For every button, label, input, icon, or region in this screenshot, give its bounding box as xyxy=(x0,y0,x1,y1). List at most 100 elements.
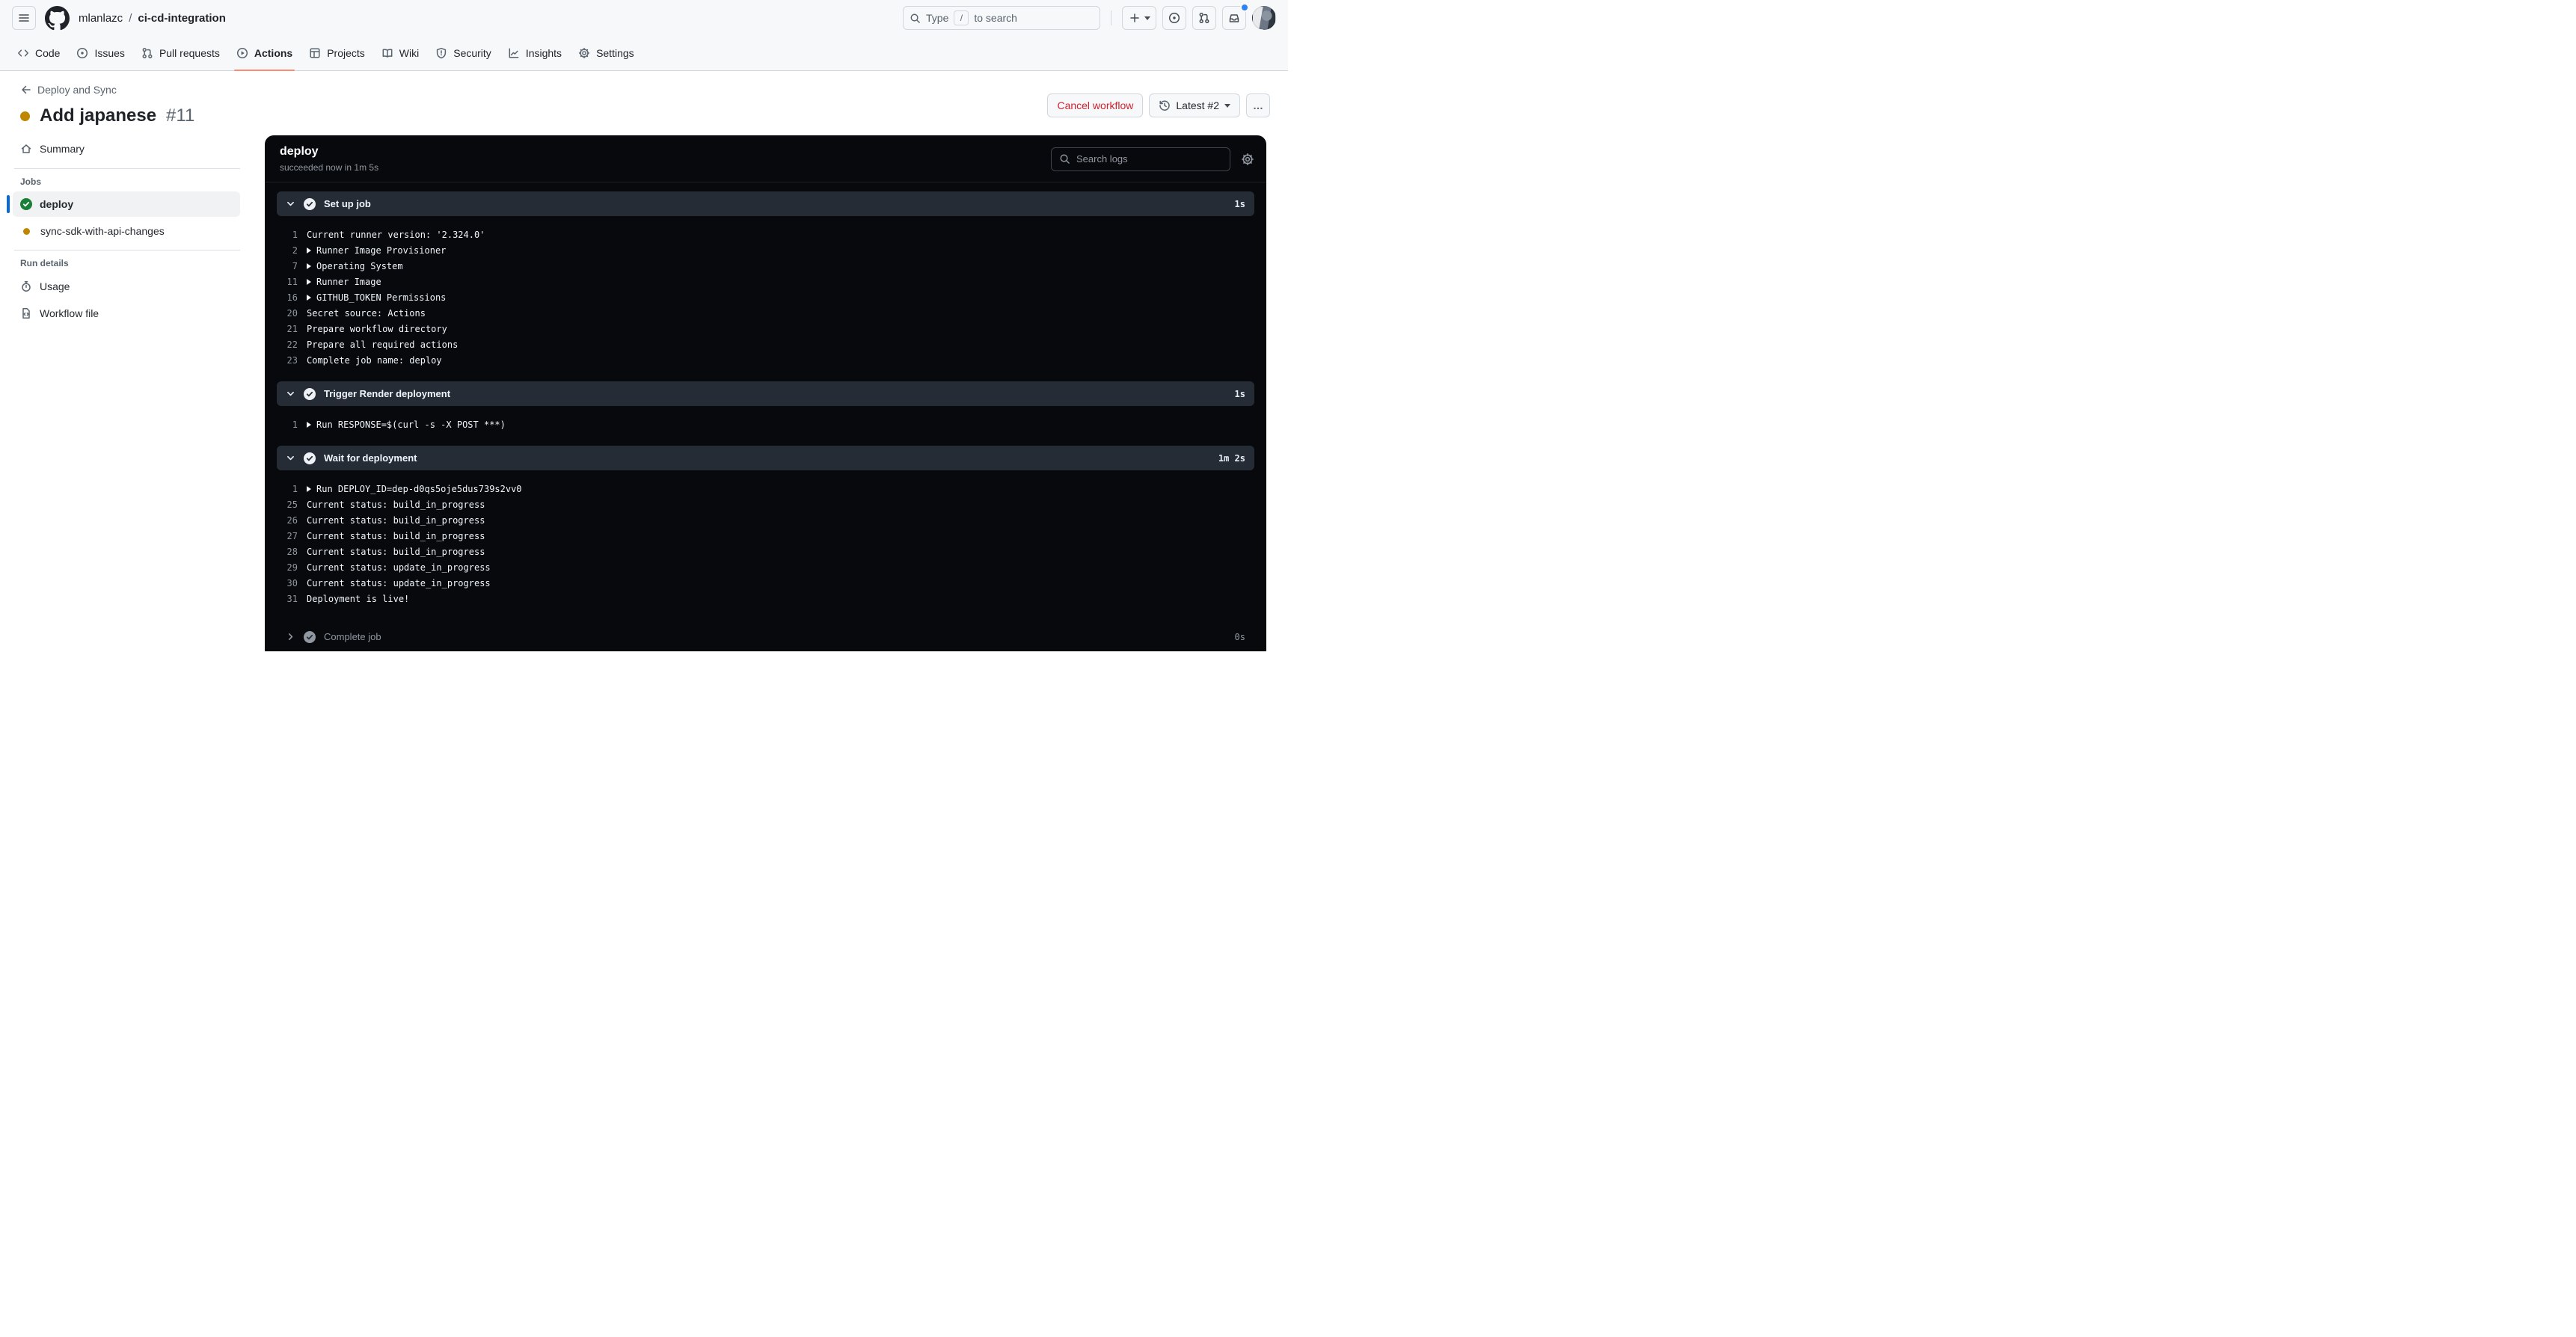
tab-actions[interactable]: Actions xyxy=(228,36,301,71)
log-line: 1 Run DEPLOY_ID=dep-d0qs5oje5dus739s2vv0 xyxy=(277,481,1254,497)
log-line-number[interactable]: 23 xyxy=(277,355,307,366)
log-line-number[interactable]: 1 xyxy=(277,484,307,494)
sidebar-divider xyxy=(14,250,240,251)
tab-security[interactable]: Security xyxy=(427,36,500,70)
breadcrumb: mlanlazc / ci-cd-integration xyxy=(79,12,226,25)
log-line-number[interactable]: 1 xyxy=(277,419,307,430)
tab-projects[interactable]: Projects xyxy=(301,36,373,70)
log-section-header-set-up-job[interactable]: Set up job 1s xyxy=(277,191,1254,216)
more-options-button[interactable]: … xyxy=(1246,93,1270,117)
log-line-number[interactable]: 16 xyxy=(277,292,307,303)
log-line: 2 Runner Image Provisioner xyxy=(277,242,1254,258)
tab-issues[interactable]: Issues xyxy=(68,36,132,70)
sidebar-job-deploy[interactable]: deploy xyxy=(7,191,240,217)
github-actions-run-page: mlanlazc / ci-cd-integration Type / to s… xyxy=(0,0,1288,668)
log-line-text[interactable]: Run RESPONSE=$(curl -s -X POST ***) xyxy=(307,419,506,430)
global-search-input[interactable]: Type / to search xyxy=(903,6,1100,30)
log-line-text: Current status: build_in_progress xyxy=(307,546,485,557)
log-line-number[interactable]: 29 xyxy=(277,562,307,573)
log-line-number[interactable]: 27 xyxy=(277,531,307,541)
log-line-text[interactable]: Run DEPLOY_ID=dep-d0qs5oje5dus739s2vv0 xyxy=(307,484,522,494)
hamburger-menu-button[interactable] xyxy=(12,6,36,30)
log-line: 22 Prepare all required actions xyxy=(277,336,1254,352)
log-line-number[interactable]: 1 xyxy=(277,230,307,240)
log-settings-gear-icon[interactable] xyxy=(1241,153,1254,166)
pull-requests-dashboard-button[interactable] xyxy=(1192,6,1216,30)
log-line: 23 Complete job name: deploy xyxy=(277,352,1254,368)
content-row: Summary Jobs deploy sync-sdk-with-api-cha… xyxy=(0,129,1288,651)
breadcrumb-owner[interactable]: mlanlazc xyxy=(79,12,123,25)
tab-code[interactable]: Code xyxy=(9,36,68,70)
caret-down-icon xyxy=(1144,16,1150,20)
play-circle-icon xyxy=(236,47,248,59)
chevron-down-icon xyxy=(286,389,295,399)
log-line-text: Current status: build_in_progress xyxy=(307,499,485,510)
tab-wiki[interactable]: Wiki xyxy=(373,36,427,70)
log-section-duration: 1m 2s xyxy=(1218,452,1245,464)
attempt-label: Latest #2 xyxy=(1176,99,1219,111)
log-line-number[interactable]: 31 xyxy=(277,594,307,604)
sidebar-item-usage[interactable]: Usage xyxy=(7,273,240,300)
log-line-text: Complete job name: deploy xyxy=(307,354,442,366)
log-line-text[interactable]: GITHUB_TOKEN Permissions xyxy=(307,292,446,303)
attempt-selector-button[interactable]: Latest #2 xyxy=(1149,93,1240,117)
log-section-header-complete-job[interactable]: Complete job 0s xyxy=(277,624,1254,649)
sidebar-summary-label: Summary xyxy=(40,143,85,155)
log-line-text[interactable]: Operating System xyxy=(307,261,403,271)
github-logo-icon[interactable] xyxy=(45,5,70,31)
log-line-number[interactable]: 2 xyxy=(277,245,307,256)
repo-nav: Code Issues Pull requests Actions Projects Wi… xyxy=(0,36,1288,71)
log-line-number[interactable]: 20 xyxy=(277,308,307,319)
tab-settings[interactable]: Settings xyxy=(570,36,643,70)
log-line: 29 Current status: update_in_progress xyxy=(277,559,1254,575)
log-section-header-wait-for-deployment[interactable]: Wait for deployment 1m 2s xyxy=(277,446,1254,470)
log-line: 20 Secret source: Actions xyxy=(277,305,1254,321)
log-section-header-trigger-render-deployment[interactable]: Trigger Render deployment 1s xyxy=(277,381,1254,406)
tab-label: Insights xyxy=(525,47,562,59)
cancel-workflow-button[interactable]: Cancel workflow xyxy=(1047,93,1144,117)
log-search-input[interactable]: Search logs xyxy=(1051,147,1230,171)
log-line-text[interactable]: Runner Image xyxy=(307,277,381,287)
log-line: 1 Run RESPONSE=$(curl -s -X POST ***) xyxy=(277,417,1254,432)
run-number: #11 xyxy=(166,105,195,126)
log-line-number[interactable]: 21 xyxy=(277,324,307,334)
tab-pull-requests[interactable]: Pull requests xyxy=(133,36,228,70)
log-sections: Set up job 1s 1 Current runner version: '2.… xyxy=(265,182,1266,651)
slash-keycap-icon: / xyxy=(954,10,969,25)
sidebar-job-sync-sdk-with-api-changes[interactable]: sync-sdk-with-api-changes xyxy=(13,218,240,244)
check-circle-dark-icon xyxy=(304,452,316,464)
back-to-workflow-link[interactable]: Deploy and Sync xyxy=(20,84,117,96)
log-line-number[interactable]: 11 xyxy=(277,277,307,287)
shield-icon xyxy=(435,47,447,59)
log-lines-trigger-render-deployment: 1 Run RESPONSE=$(curl -s -X POST ***) xyxy=(277,406,1254,446)
tab-insights[interactable]: Insights xyxy=(500,36,570,70)
arrow-left-icon xyxy=(20,84,32,96)
issues-dashboard-button[interactable] xyxy=(1162,6,1186,30)
tab-label: Code xyxy=(35,47,61,59)
log-panel-header: deploy succeeded now in 1m 5s Search log… xyxy=(265,135,1266,182)
breadcrumb-repo[interactable]: ci-cd-integration xyxy=(138,12,226,25)
log-line-text[interactable]: Runner Image Provisioner xyxy=(307,245,446,256)
log-line-number[interactable]: 25 xyxy=(277,500,307,510)
log-line-number[interactable]: 22 xyxy=(277,339,307,350)
check-circle-green-icon xyxy=(20,198,32,210)
search-icon xyxy=(910,13,921,24)
log-line-number[interactable]: 26 xyxy=(277,515,307,526)
hamburger-icon xyxy=(18,12,30,24)
git-pull-request-icon xyxy=(1198,12,1210,24)
log-section-title: Wait for deployment xyxy=(324,452,417,464)
log-line-text: Secret source: Actions xyxy=(307,307,426,319)
create-new-button[interactable] xyxy=(1122,6,1156,30)
log-line-number[interactable]: 28 xyxy=(277,547,307,557)
log-line: 1 Current runner version: '2.324.0' xyxy=(277,227,1254,242)
log-line: 21 Prepare workflow directory xyxy=(277,321,1254,336)
log-line-number[interactable]: 7 xyxy=(277,261,307,271)
log-job-status-line: succeeded now in 1m 5s xyxy=(280,162,379,173)
stopwatch-icon xyxy=(20,280,32,292)
sidebar-item-summary[interactable]: Summary xyxy=(7,135,240,162)
log-line: 16 GITHUB_TOKEN Permissions xyxy=(277,289,1254,305)
log-line-number[interactable]: 30 xyxy=(277,578,307,588)
expand-triangle-icon xyxy=(307,294,311,301)
avatar[interactable] xyxy=(1252,6,1276,30)
sidebar-item-workflow-file[interactable]: Workflow file xyxy=(7,300,240,327)
